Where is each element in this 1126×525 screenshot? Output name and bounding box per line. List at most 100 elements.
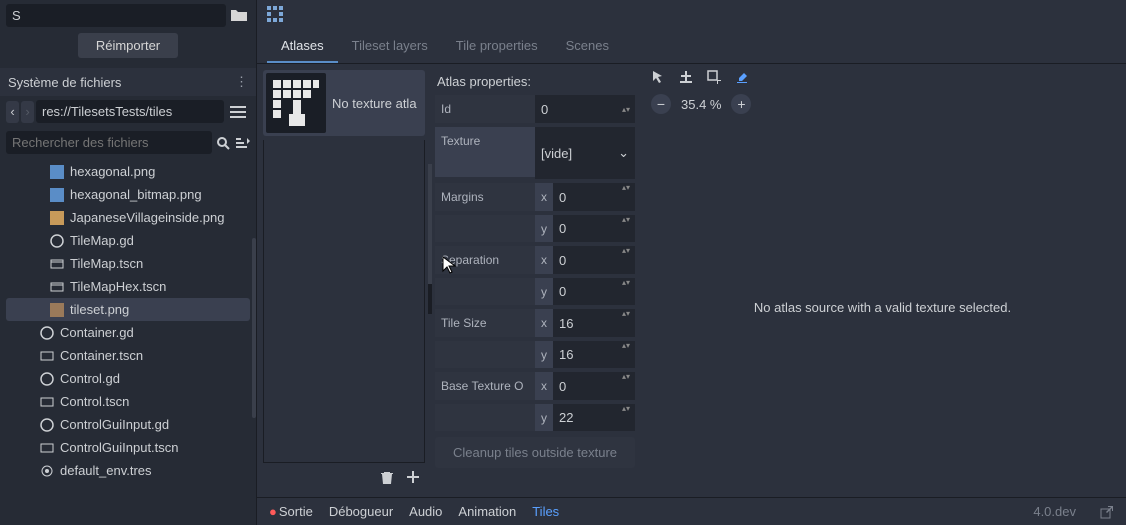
file-item[interactable]: hexagonal.png bbox=[0, 160, 256, 183]
properties-scrollbar[interactable] bbox=[428, 164, 432, 314]
viewport-placeholder: No atlas source with a valid texture sel… bbox=[754, 300, 1011, 315]
file-item[interactable]: hexagonal_bitmap.png bbox=[0, 183, 256, 206]
folder-icon[interactable] bbox=[230, 8, 250, 24]
tab-scenes[interactable]: Scenes bbox=[552, 30, 623, 63]
tabs-row: Atlases Tileset layers Tile properties S… bbox=[257, 30, 1126, 64]
zoom-value: 35.4 % bbox=[681, 97, 721, 112]
nav-forward-button[interactable]: › bbox=[21, 101, 34, 123]
zoom-out-button[interactable]: − bbox=[651, 94, 671, 114]
external-link-icon[interactable] bbox=[1100, 505, 1114, 519]
prop-margins: Margins x▴▾ bbox=[435, 183, 635, 211]
add-tool-icon[interactable] bbox=[679, 70, 693, 84]
reimport-path-input[interactable] bbox=[6, 4, 226, 27]
atlas-thumbnail bbox=[266, 73, 326, 133]
file-item[interactable]: Control.gd bbox=[0, 367, 256, 390]
file-item[interactable]: Container.tscn bbox=[0, 344, 256, 367]
texture-dropdown[interactable]: [vide]⌄ bbox=[535, 127, 635, 179]
spinner-icon[interactable]: ▴▾ bbox=[617, 404, 635, 431]
file-item[interactable]: ControlGuiInput.tscn bbox=[0, 436, 256, 459]
spinner-icon[interactable]: ▴▾ bbox=[617, 246, 635, 274]
zoom-controls: − 35.4 % + bbox=[639, 90, 1126, 118]
eraser-tool-icon[interactable] bbox=[735, 70, 749, 84]
file-item[interactable]: default_env.tres bbox=[0, 459, 256, 482]
zoom-in-button[interactable]: + bbox=[731, 94, 751, 114]
baseoffset-y-input[interactable] bbox=[553, 404, 617, 431]
bottom-tab-output[interactable]: ●Sortie bbox=[269, 504, 313, 519]
search-icon[interactable] bbox=[216, 136, 230, 150]
reimport-section: Réimporter bbox=[0, 0, 256, 68]
texture-well[interactable]: Texture bbox=[435, 127, 535, 177]
breadcrumb-input[interactable] bbox=[36, 100, 224, 123]
image-icon bbox=[50, 188, 64, 202]
view-mode-icon[interactable] bbox=[226, 105, 250, 119]
prop-margins-y: y▴▾ bbox=[435, 215, 635, 242]
spinner-icon[interactable]: ▴▾ bbox=[617, 105, 635, 114]
id-input[interactable] bbox=[535, 96, 617, 123]
scene-icon bbox=[40, 441, 54, 455]
margins-y-input[interactable] bbox=[553, 215, 617, 242]
viewport: − 35.4 % + No atlas source with a valid … bbox=[639, 64, 1126, 497]
select-tool-icon[interactable] bbox=[651, 70, 665, 84]
nav-back-button[interactable]: ‹ bbox=[6, 101, 19, 123]
viewport-tools bbox=[639, 64, 1126, 90]
script-icon bbox=[40, 326, 54, 340]
margins-x-input[interactable] bbox=[553, 183, 617, 211]
search-input[interactable] bbox=[6, 131, 212, 154]
file-item[interactable]: Container.gd bbox=[0, 321, 256, 344]
main-panel: Atlases Tileset layers Tile properties S… bbox=[257, 0, 1126, 525]
atlas-item[interactable]: No texture atla bbox=[263, 70, 425, 136]
scene-icon bbox=[40, 349, 54, 363]
add-atlas-button[interactable] bbox=[405, 469, 421, 485]
tree-scrollbar[interactable] bbox=[252, 238, 256, 418]
breadcrumb-row: ‹ › bbox=[0, 96, 256, 127]
separation-y-input[interactable] bbox=[553, 278, 617, 305]
image-icon bbox=[50, 303, 64, 317]
filesystem-menu-icon[interactable]: ⋮ bbox=[235, 74, 248, 90]
sort-icon[interactable] bbox=[234, 136, 250, 150]
tileset-icon[interactable] bbox=[267, 6, 285, 24]
spinner-icon[interactable]: ▴▾ bbox=[617, 372, 635, 400]
resource-icon bbox=[40, 464, 54, 478]
region-tool-icon[interactable] bbox=[707, 70, 721, 84]
axis-x: x bbox=[535, 183, 553, 211]
tab-atlases[interactable]: Atlases bbox=[267, 30, 338, 63]
spinner-icon[interactable]: ▴▾ bbox=[617, 341, 635, 368]
tab-tile-properties[interactable]: Tile properties bbox=[442, 30, 552, 63]
bottom-tab-debugger[interactable]: Débogueur bbox=[329, 504, 393, 519]
delete-atlas-button[interactable] bbox=[379, 469, 395, 485]
tilesize-x-input[interactable] bbox=[553, 309, 617, 337]
axis-x: x bbox=[535, 309, 553, 337]
cleanup-button[interactable]: Cleanup tiles outside texture bbox=[435, 437, 635, 468]
file-item[interactable]: TileMap.gd bbox=[0, 229, 256, 252]
scene-icon bbox=[50, 280, 64, 294]
viewport-area[interactable]: No atlas source with a valid texture sel… bbox=[639, 118, 1126, 497]
filesystem-title: Système de fichiers bbox=[8, 75, 121, 90]
script-icon bbox=[40, 372, 54, 386]
scene-icon bbox=[50, 257, 64, 271]
file-item[interactable]: Control.tscn bbox=[0, 390, 256, 413]
file-item[interactable]: TileMapHex.tscn bbox=[0, 275, 256, 298]
bottom-tab-animation[interactable]: Animation bbox=[458, 504, 516, 519]
prop-separation: Separation x▴▾ bbox=[435, 246, 635, 274]
file-item[interactable]: JapaneseVillageinside.png bbox=[0, 206, 256, 229]
spinner-icon[interactable]: ▴▾ bbox=[617, 278, 635, 305]
prop-texture: Texture [vide]⌄ bbox=[435, 127, 635, 179]
spinner-icon[interactable]: ▴▾ bbox=[617, 309, 635, 337]
bottom-tab-tiles[interactable]: Tiles bbox=[532, 504, 559, 519]
spinner-icon[interactable]: ▴▾ bbox=[617, 215, 635, 242]
spinner-icon[interactable]: ▴▾ bbox=[617, 183, 635, 211]
file-tree[interactable]: hexagonal.png hexagonal_bitmap.png Japan… bbox=[0, 158, 256, 525]
bottom-tab-audio[interactable]: Audio bbox=[409, 504, 442, 519]
file-item[interactable]: TileMap.tscn bbox=[0, 252, 256, 275]
atlas-actions bbox=[263, 463, 425, 491]
properties-header: Atlas properties: bbox=[435, 70, 635, 93]
baseoffset-x-input[interactable] bbox=[553, 372, 617, 400]
separation-x-input[interactable] bbox=[553, 246, 617, 274]
reimport-button[interactable]: Réimporter bbox=[78, 33, 178, 58]
tab-tileset-layers[interactable]: Tileset layers bbox=[338, 30, 442, 63]
file-item[interactable]: ControlGuiInput.gd bbox=[0, 413, 256, 436]
atlas-list: No texture atla bbox=[257, 64, 431, 497]
filesystem-header: Système de fichiers ⋮ bbox=[0, 68, 256, 96]
file-item-selected[interactable]: tileset.png bbox=[6, 298, 250, 321]
tilesize-y-input[interactable] bbox=[553, 341, 617, 368]
